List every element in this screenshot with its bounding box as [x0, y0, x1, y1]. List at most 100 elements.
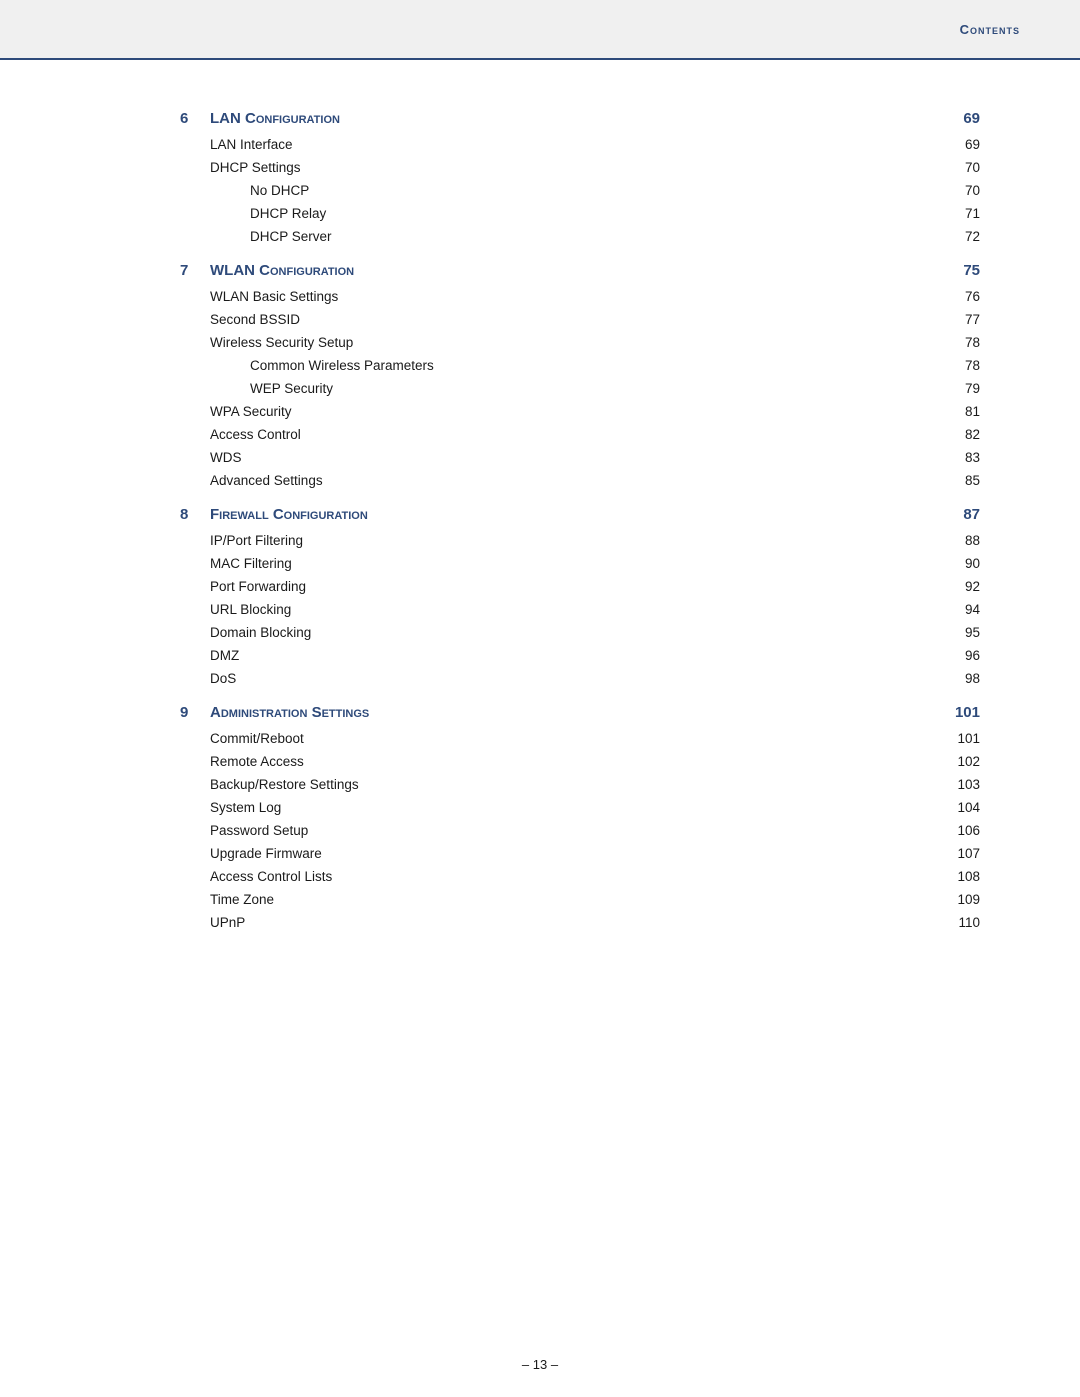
chapter-section6: 6LAN Configuration69: [180, 110, 980, 127]
toc-entry-section7-1: Second BSSID77: [180, 312, 980, 327]
toc-entry-page-section6-3: 71: [940, 206, 980, 221]
toc-entry-page-section7-1: 77: [940, 312, 980, 327]
toc-entry-label-section8-0: IP/Port Filtering: [210, 533, 940, 548]
toc-entry-section9-1: Remote Access102: [180, 754, 980, 769]
toc-entry-label-section6-0: LAN Interface: [210, 137, 940, 152]
toc-entry-page-section7-7: 83: [940, 450, 980, 465]
toc-entry-label-section7-2: Wireless Security Setup: [210, 335, 940, 350]
toc-entry-page-section6-0: 69: [940, 137, 980, 152]
toc-entry-label-section7-1: Second BSSID: [210, 312, 940, 327]
toc-entry-page-section9-2: 103: [940, 777, 980, 792]
toc-entry-page-section9-0: 101: [940, 731, 980, 746]
toc-entry-section8-6: DoS98: [180, 671, 980, 686]
toc-entry-page-section7-6: 82: [940, 427, 980, 442]
toc-entry-section9-8: UPnP110: [180, 915, 980, 930]
toc-entry-label-section6-2: No DHCP: [250, 183, 940, 198]
toc-entry-label-section8-3: URL Blocking: [210, 602, 940, 617]
page-number: – 13 –: [522, 1357, 558, 1372]
toc-entry-label-section9-7: Time Zone: [210, 892, 940, 907]
page: Contents 6LAN Configuration69 LAN Interfa…: [0, 0, 1080, 1397]
toc-entry-section8-3: URL Blocking94: [180, 602, 980, 617]
toc-entry-label-section6-3: DHCP Relay: [250, 206, 940, 221]
toc-entry-section7-7: WDS83: [180, 450, 980, 465]
toc-entry-label-section9-4: Password Setup: [210, 823, 940, 838]
toc-entry-section6-2: No DHCP70: [180, 183, 980, 198]
toc-entry-section8-5: DMZ96: [180, 648, 980, 663]
toc-entry-label-section7-6: Access Control: [210, 427, 940, 442]
toc-entry-page-section9-1: 102: [940, 754, 980, 769]
chapter-num-section7: 7: [180, 262, 210, 279]
toc-entry-page-section7-8: 85: [940, 473, 980, 488]
chapter-page-section9: 101: [940, 704, 980, 721]
toc-entry-page-section7-3: 78: [940, 358, 980, 373]
toc-entry-section9-6: Access Control Lists108: [180, 869, 980, 884]
toc-entry-page-section7-0: 76: [940, 289, 980, 304]
toc-entry-page-section8-1: 90: [940, 556, 980, 571]
toc-entry-section8-1: MAC Filtering90: [180, 556, 980, 571]
toc-entry-section8-4: Domain Blocking95: [180, 625, 980, 640]
toc-entry-page-section6-2: 70: [940, 183, 980, 198]
toc-entry-section9-7: Time Zone109: [180, 892, 980, 907]
toc-entry-page-section6-1: 70: [940, 160, 980, 175]
chapter-title-section9: Administration Settings: [210, 704, 940, 721]
toc-entry-page-section9-4: 106: [940, 823, 980, 838]
chapter-num-section8: 8: [180, 506, 210, 523]
toc-entry-section8-2: Port Forwarding92: [180, 579, 980, 594]
toc-entry-page-section8-0: 88: [940, 533, 980, 548]
toc-entry-section7-8: Advanced Settings85: [180, 473, 980, 488]
toc-entry-label-section8-4: Domain Blocking: [210, 625, 940, 640]
toc-entry-section7-0: WLAN Basic Settings76: [180, 289, 980, 304]
toc-entry-page-section8-3: 94: [940, 602, 980, 617]
toc-container: 6LAN Configuration69 LAN Interface69 DHCP …: [180, 110, 980, 930]
toc-entry-page-section8-2: 92: [940, 579, 980, 594]
main-content: 6LAN Configuration69 LAN Interface69 DHCP …: [0, 60, 1080, 1347]
toc-entry-section7-2: Wireless Security Setup78: [180, 335, 980, 350]
toc-entry-page-section9-8: 110: [940, 915, 980, 930]
header-section: Contents: [0, 0, 1080, 60]
chapter-section7: 7WLAN Configuration75: [180, 262, 980, 279]
toc-entry-section9-4: Password Setup106: [180, 823, 980, 838]
footer: – 13 –: [0, 1357, 1080, 1372]
toc-entry-label-section7-7: WDS: [210, 450, 940, 465]
toc-entry-page-section7-5: 81: [940, 404, 980, 419]
toc-entry-section6-1: DHCP Settings70: [180, 160, 980, 175]
toc-entry-section9-5: Upgrade Firmware107: [180, 846, 980, 861]
toc-entry-label-section7-0: WLAN Basic Settings: [210, 289, 940, 304]
toc-entry-label-section8-6: DoS: [210, 671, 940, 686]
toc-entry-label-section7-8: Advanced Settings: [210, 473, 940, 488]
toc-entry-page-section7-4: 79: [940, 381, 980, 396]
toc-entry-label-section7-5: WPA Security: [210, 404, 940, 419]
toc-entry-section6-3: DHCP Relay71: [180, 206, 980, 221]
toc-entry-section8-0: IP/Port Filtering88: [180, 533, 980, 548]
toc-entry-page-section7-2: 78: [940, 335, 980, 350]
toc-entry-section6-0: LAN Interface69: [180, 137, 980, 152]
toc-entry-page-section8-6: 98: [940, 671, 980, 686]
chapter-page-section6: 69: [940, 110, 980, 127]
header-title: Contents: [960, 22, 1020, 37]
toc-entry-page-section9-6: 108: [940, 869, 980, 884]
toc-entry-label-section8-2: Port Forwarding: [210, 579, 940, 594]
chapter-num-section9: 9: [180, 704, 210, 721]
toc-entry-label-section8-1: MAC Filtering: [210, 556, 940, 571]
chapter-page-section8: 87: [940, 506, 980, 523]
chapter-title-section8: Firewall Configuration: [210, 506, 940, 523]
toc-entry-label-section9-0: Commit/Reboot: [210, 731, 940, 746]
toc-entry-section6-4: DHCP Server72: [180, 229, 980, 244]
toc-entry-label-section9-3: System Log: [210, 800, 940, 815]
toc-entry-label-section9-6: Access Control Lists: [210, 869, 940, 884]
toc-entry-label-section7-3: Common Wireless Parameters: [250, 358, 940, 373]
toc-entry-page-section6-4: 72: [940, 229, 980, 244]
toc-entry-section7-4: WEP Security79: [180, 381, 980, 396]
toc-entry-label-section9-2: Backup/Restore Settings: [210, 777, 940, 792]
toc-entry-label-section6-4: DHCP Server: [250, 229, 940, 244]
toc-entry-page-section9-7: 109: [940, 892, 980, 907]
chapter-section8: 8Firewall Configuration87: [180, 506, 980, 523]
toc-entry-label-section7-4: WEP Security: [250, 381, 940, 396]
toc-entry-label-section9-1: Remote Access: [210, 754, 940, 769]
toc-entry-section7-3: Common Wireless Parameters78: [180, 358, 980, 373]
toc-entry-section9-2: Backup/Restore Settings103: [180, 777, 980, 792]
toc-entry-label-section8-5: DMZ: [210, 648, 940, 663]
toc-entry-page-section8-5: 96: [940, 648, 980, 663]
chapter-title-section7: WLAN Configuration: [210, 262, 940, 279]
toc-entry-page-section8-4: 95: [940, 625, 980, 640]
